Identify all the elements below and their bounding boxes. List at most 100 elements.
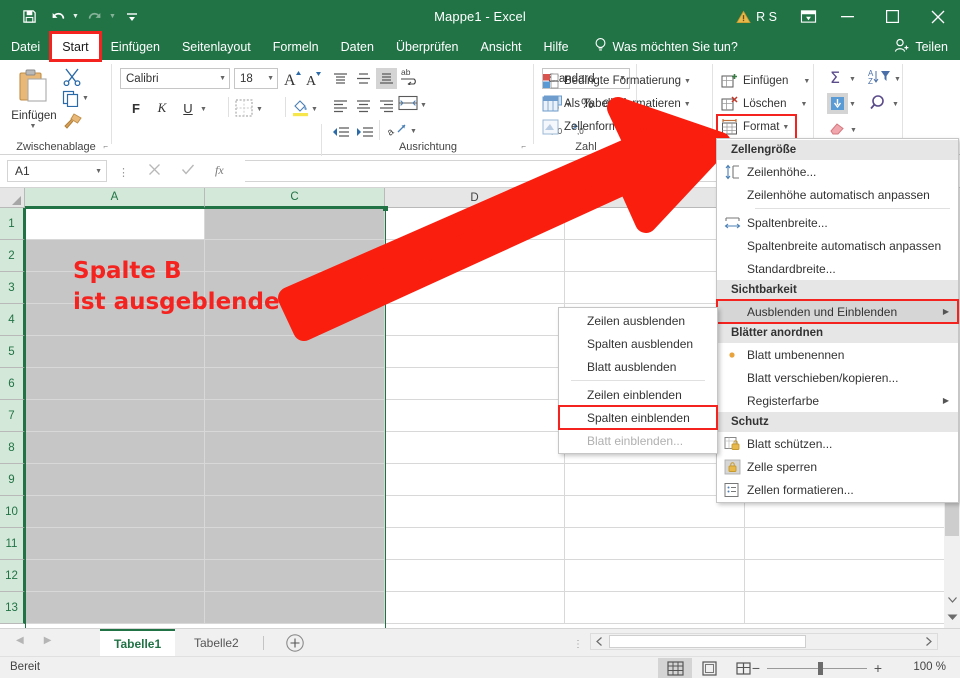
cell-a13[interactable] — [25, 592, 205, 624]
tab-ansicht[interactable]: Ansicht — [470, 33, 533, 60]
submenu-item-zeilen-ausblenden[interactable]: Zeilen ausblenden — [559, 309, 717, 332]
orientation-caret-icon[interactable]: ▼ — [410, 128, 417, 135]
menu-item-zeilenhoehe-auto[interactable]: Zeilenhöhe automatisch anpassen — [717, 183, 958, 206]
cell-c13[interactable] — [205, 592, 385, 624]
clear-button[interactable] — [828, 120, 847, 139]
previous-sheet-icon[interactable]: ◀ — [16, 635, 24, 646]
find-select-button[interactable] — [870, 94, 889, 115]
tab-seitenlayout[interactable]: Seitenlayout — [171, 33, 262, 60]
clipboard-dialog-launcher[interactable]: ⌐ — [103, 142, 108, 151]
font-name-caret-icon[interactable]: ▼ — [213, 75, 226, 82]
submenu-item-zeilen-einblenden[interactable]: Zeilen einblenden — [559, 383, 717, 406]
tell-me-box[interactable]: Was möchten Sie tun? — [594, 33, 738, 60]
cell-a8[interactable] — [25, 432, 205, 464]
paste-caret-icon[interactable]: ▼ — [6, 123, 60, 130]
next-sheet-icon[interactable]: ▶ — [44, 635, 52, 646]
tab-datei[interactable]: Datei — [0, 33, 51, 60]
align-center-button[interactable] — [353, 95, 374, 116]
insert-cells-caret-icon[interactable]: ▼ — [803, 78, 810, 85]
cell-c9[interactable] — [205, 464, 385, 496]
cell-a11[interactable] — [25, 528, 205, 560]
autosum-button[interactable]: Σ — [828, 68, 847, 89]
confirm-icon[interactable] — [181, 163, 195, 179]
italic-button[interactable]: K — [151, 97, 173, 119]
align-right-button[interactable] — [376, 95, 397, 116]
menu-item-spaltenbreite-auto[interactable]: Spaltenbreite automatisch anpassen — [717, 234, 958, 257]
bold-button[interactable]: F — [125, 97, 147, 119]
font-size-combo[interactable]: 18 ▼ — [234, 68, 278, 89]
paste-button[interactable]: Einfügen ▼ — [8, 68, 60, 130]
cell-styles-button[interactable]: Zellenformatvorlagen ▼ — [539, 116, 685, 138]
cell-a5[interactable] — [25, 336, 205, 368]
row-header-3[interactable]: 3 — [0, 272, 25, 304]
zoom-slider[interactable] — [767, 657, 867, 679]
row-header-7[interactable]: 7 — [0, 400, 25, 432]
normal-view-icon[interactable] — [658, 658, 692, 678]
cell-e11[interactable] — [565, 528, 745, 560]
zoom-out-button[interactable]: − — [745, 660, 767, 676]
name-box[interactable]: A1 ▼ — [7, 160, 107, 182]
borders-caret-icon[interactable]: ▼ — [256, 106, 263, 113]
tab-hilfe[interactable]: Hilfe — [533, 33, 580, 60]
align-bottom-button[interactable] — [376, 68, 397, 89]
sort-filter-caret-icon[interactable]: ▼ — [894, 76, 901, 83]
cell-f12[interactable] — [745, 560, 945, 592]
menu-item-spaltenbreite[interactable]: Spaltenbreite... — [717, 211, 958, 234]
name-box-caret-icon[interactable]: ▼ — [89, 168, 102, 175]
select-all-button[interactable] — [0, 188, 25, 208]
scroll-down-arrow-icon[interactable] — [944, 591, 960, 608]
selection-handle[interactable] — [383, 206, 388, 211]
row-header-8[interactable]: 8 — [0, 432, 25, 464]
share-button[interactable]: Teilen — [894, 33, 948, 60]
cell-d4[interactable] — [385, 304, 565, 336]
copy-caret-icon[interactable]: ▼ — [82, 95, 89, 102]
row-header-2[interactable]: 2 — [0, 240, 25, 272]
cell-a1[interactable] — [25, 208, 205, 240]
column-header-a[interactable]: A — [25, 188, 205, 208]
underline-caret-icon[interactable]: ▼ — [200, 106, 207, 113]
cell-c10[interactable] — [205, 496, 385, 528]
cell-c11[interactable] — [205, 528, 385, 560]
conditional-formatting-button[interactable]: Bedingte Formatierung ▼ — [539, 70, 694, 92]
cell-f13[interactable] — [745, 592, 945, 624]
merge-center-button[interactable] — [398, 94, 418, 115]
sheet-split-grip[interactable]: ⋮ — [573, 639, 583, 650]
cell-a7[interactable] — [25, 400, 205, 432]
fill-caret-icon[interactable]: ▼ — [849, 101, 856, 108]
horizontal-scrollbar-thumb[interactable] — [609, 635, 806, 648]
underline-button[interactable]: U — [177, 97, 199, 119]
cell-c6[interactable] — [205, 368, 385, 400]
submenu-item-spalten-ausblenden[interactable]: Spalten ausblenden — [559, 332, 717, 355]
clear-caret-icon[interactable]: ▼ — [850, 127, 857, 134]
tab-einfuegen[interactable]: Einfügen — [100, 33, 171, 60]
increase-indent-button[interactable] — [354, 122, 375, 143]
delete-cells-caret-icon[interactable]: ▼ — [800, 101, 807, 108]
cell-e13[interactable] — [565, 592, 745, 624]
undo-caret-icon[interactable]: ▼ — [72, 13, 79, 20]
delete-cells-button[interactable]: Löschen ▼ — [718, 93, 810, 115]
menu-item-blatt-umbenennen[interactable]: Blatt umbenennen — [717, 343, 958, 366]
sheet-tab-tabelle1[interactable]: Tabelle1 — [100, 629, 175, 657]
menu-item-zelle-sperren[interactable]: Zelle sperren — [717, 455, 958, 478]
cell-c5[interactable] — [205, 336, 385, 368]
orientation-button[interactable]: a — [388, 121, 408, 141]
fill-button[interactable] — [827, 93, 848, 114]
scroll-left-arrow-icon[interactable] — [591, 634, 608, 649]
zoom-slider-thumb[interactable] — [818, 662, 823, 675]
zoom-in-button[interactable]: + — [867, 660, 889, 676]
fill-color-caret-icon[interactable]: ▼ — [311, 106, 318, 113]
menu-item-blatt-verschieben-kopieren[interactable]: Blatt verschieben/kopieren... — [717, 366, 958, 389]
cell-d7[interactable] — [385, 400, 565, 432]
row-header-13[interactable]: 13 — [0, 592, 25, 624]
cell-f11[interactable] — [745, 528, 945, 560]
cell-d6[interactable] — [385, 368, 565, 400]
cell-d8[interactable] — [385, 432, 565, 464]
menu-item-zellen-formatieren[interactable]: Zellen formatieren... — [717, 478, 958, 501]
row-header-12[interactable]: 12 — [0, 560, 25, 592]
close-button[interactable] — [915, 0, 960, 33]
ribbon-display-options-icon[interactable] — [791, 0, 825, 33]
account-indicator[interactable]: R S — [736, 10, 777, 24]
cell-d3[interactable] — [385, 272, 565, 304]
decrease-indent-button[interactable] — [330, 122, 351, 143]
menu-item-zeilenhoehe[interactable]: Zeilenhöhe... — [717, 160, 958, 183]
